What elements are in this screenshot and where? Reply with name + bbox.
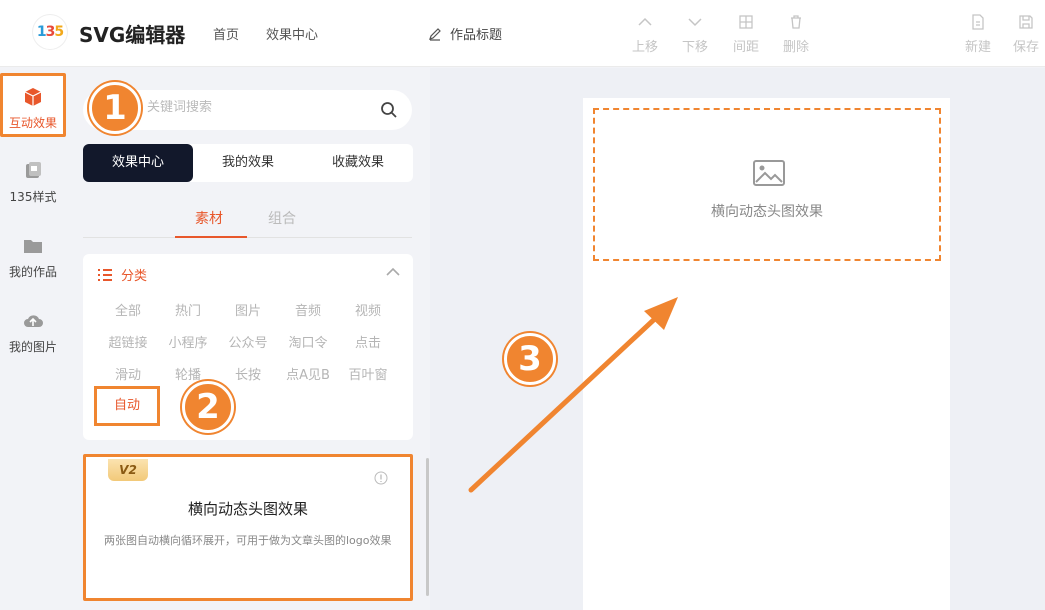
tab-favorite-effects[interactable]: 收藏效果 xyxy=(303,144,413,182)
tab-materials[interactable]: 素材 xyxy=(195,208,223,228)
category-item[interactable]: 音频 xyxy=(278,300,338,319)
category-item[interactable]: 热门 xyxy=(158,300,218,319)
logo-digit: 5 xyxy=(54,24,64,40)
cloud-upload-icon xyxy=(24,315,43,327)
chevron-up-icon xyxy=(638,17,652,26)
category-item[interactable]: 点击 xyxy=(338,332,398,351)
effects-panel: 效果中心 我的效果 收藏效果 素材 组合 分类 全部 热门 图片 音频 视频 超… xyxy=(68,68,430,610)
category-item[interactable]: 公众号 xyxy=(218,332,278,351)
rail-item-label: 我的作品 xyxy=(8,265,57,279)
spacing-label: 间距 xyxy=(732,40,759,55)
work-title-label: 作品标题 xyxy=(450,28,503,43)
tab-combinations[interactable]: 组合 xyxy=(268,208,296,228)
tab-effects-center[interactable]: 效果中心 xyxy=(83,144,193,182)
app-logo[interactable]: 135 xyxy=(33,15,67,49)
folder-icon xyxy=(24,240,42,253)
category-item[interactable]: 全部 xyxy=(98,300,158,319)
rail-item-my-works[interactable]: 我的作品 xyxy=(0,235,66,285)
move-up-button[interactable]: 上移 xyxy=(625,14,665,55)
style-icon xyxy=(26,162,41,178)
search-icon[interactable] xyxy=(380,101,398,119)
app-title: SVG编辑器 xyxy=(79,23,186,47)
category-item[interactable]: 视频 xyxy=(338,300,398,319)
cube-icon xyxy=(24,88,42,106)
step-marker-3: 3 xyxy=(504,333,556,385)
save-label: 保存 xyxy=(1012,40,1039,55)
active-tab-underline xyxy=(175,236,247,238)
sub-tabs: 素材 组合 xyxy=(83,203,412,238)
delete-button[interactable]: 删除 xyxy=(776,14,816,55)
card-description: 两张图自动横向循环展开，可用于做为文章头图的logo效果 xyxy=(104,534,392,547)
rail-item-label: 135样式 xyxy=(9,190,57,204)
save-disk-icon xyxy=(1019,15,1033,29)
category-item[interactable]: 百叶窗 xyxy=(338,364,398,383)
chevron-up-icon[interactable] xyxy=(385,266,401,278)
rail-item-interactive-effects[interactable]: 互动效果 xyxy=(0,73,66,137)
category-item[interactable]: 小程序 xyxy=(158,332,218,351)
category-item[interactable]: 淘口令 xyxy=(278,332,338,351)
move-up-label: 上移 xyxy=(631,40,658,55)
step-marker-1: 1 xyxy=(89,82,141,134)
rail-item-135-styles[interactable]: 135样式 xyxy=(0,160,66,210)
new-file-icon xyxy=(972,14,984,30)
effect-placeholder[interactable]: 横向动态头图效果 xyxy=(593,108,941,261)
list-icon xyxy=(98,268,112,281)
logo-digit: 1 xyxy=(36,24,47,40)
work-title[interactable]: 作品标题 xyxy=(428,24,502,43)
rail-item-label: 我的图片 xyxy=(8,340,57,354)
category-box: 分类 全部 热门 图片 音频 视频 超链接 小程序 公众号 淘口令 点击 滑动 … xyxy=(83,254,413,440)
delete-label: 删除 xyxy=(782,40,809,55)
segment-tabs: 效果中心 我的效果 收藏效果 xyxy=(83,144,413,182)
nav-effects-center-link[interactable]: 效果中心 xyxy=(266,24,318,43)
step-marker-2: 2 xyxy=(182,381,234,433)
edit-pencil-icon xyxy=(429,27,441,41)
move-down-button[interactable]: 下移 xyxy=(675,14,715,55)
category-item[interactable]: 图片 xyxy=(218,300,278,319)
logo-digit: 3 xyxy=(45,24,56,40)
rail-item-my-images[interactable]: 我的图片 xyxy=(0,310,66,360)
category-title: 分类 xyxy=(121,269,148,284)
new-button[interactable]: 新建 xyxy=(958,14,998,55)
trash-icon xyxy=(791,15,801,29)
move-down-label: 下移 xyxy=(681,40,708,55)
card-title: 横向动态头图效果 xyxy=(187,500,308,518)
nav-home-link[interactable]: 首页 xyxy=(213,24,239,43)
effect-card[interactable]: V2 横向动态头图效果 两张图自动横向循环展开，可用于做为文章头图的logo效果 xyxy=(83,454,413,601)
category-item-selected[interactable]: 自动 xyxy=(94,386,160,426)
category-item[interactable]: 超链接 xyxy=(98,332,158,351)
placeholder-label: 横向动态头图效果 xyxy=(711,204,823,220)
rail-item-label: 互动效果 xyxy=(8,116,57,130)
new-label: 新建 xyxy=(964,40,991,55)
tab-my-effects[interactable]: 我的效果 xyxy=(193,144,303,182)
save-button[interactable]: 保存 xyxy=(1006,14,1045,55)
chevron-down-icon xyxy=(688,18,702,27)
category-item[interactable]: 滑动 xyxy=(98,364,158,383)
editor-page: 横向动态头图效果 xyxy=(583,98,950,610)
panel-scrollbar[interactable] xyxy=(426,458,429,596)
top-header: 135 SVG编辑器 首页 效果中心 作品标题 上移 下移 间距 删除 新建 保… xyxy=(0,0,1045,67)
left-icon-rail: 互动效果 135样式 我的作品 我的图片 xyxy=(0,68,68,610)
spacing-grid-icon xyxy=(739,15,753,29)
search-input[interactable] xyxy=(147,100,367,115)
spacing-button[interactable]: 间距 xyxy=(726,14,766,55)
info-icon[interactable] xyxy=(374,471,388,485)
version-badge: V2 xyxy=(108,459,148,481)
category-item[interactable]: 点A见B xyxy=(278,364,338,383)
image-icon xyxy=(753,160,785,186)
category-header[interactable]: 分类 xyxy=(97,265,147,284)
category-item[interactable]: 长按 xyxy=(218,364,278,383)
